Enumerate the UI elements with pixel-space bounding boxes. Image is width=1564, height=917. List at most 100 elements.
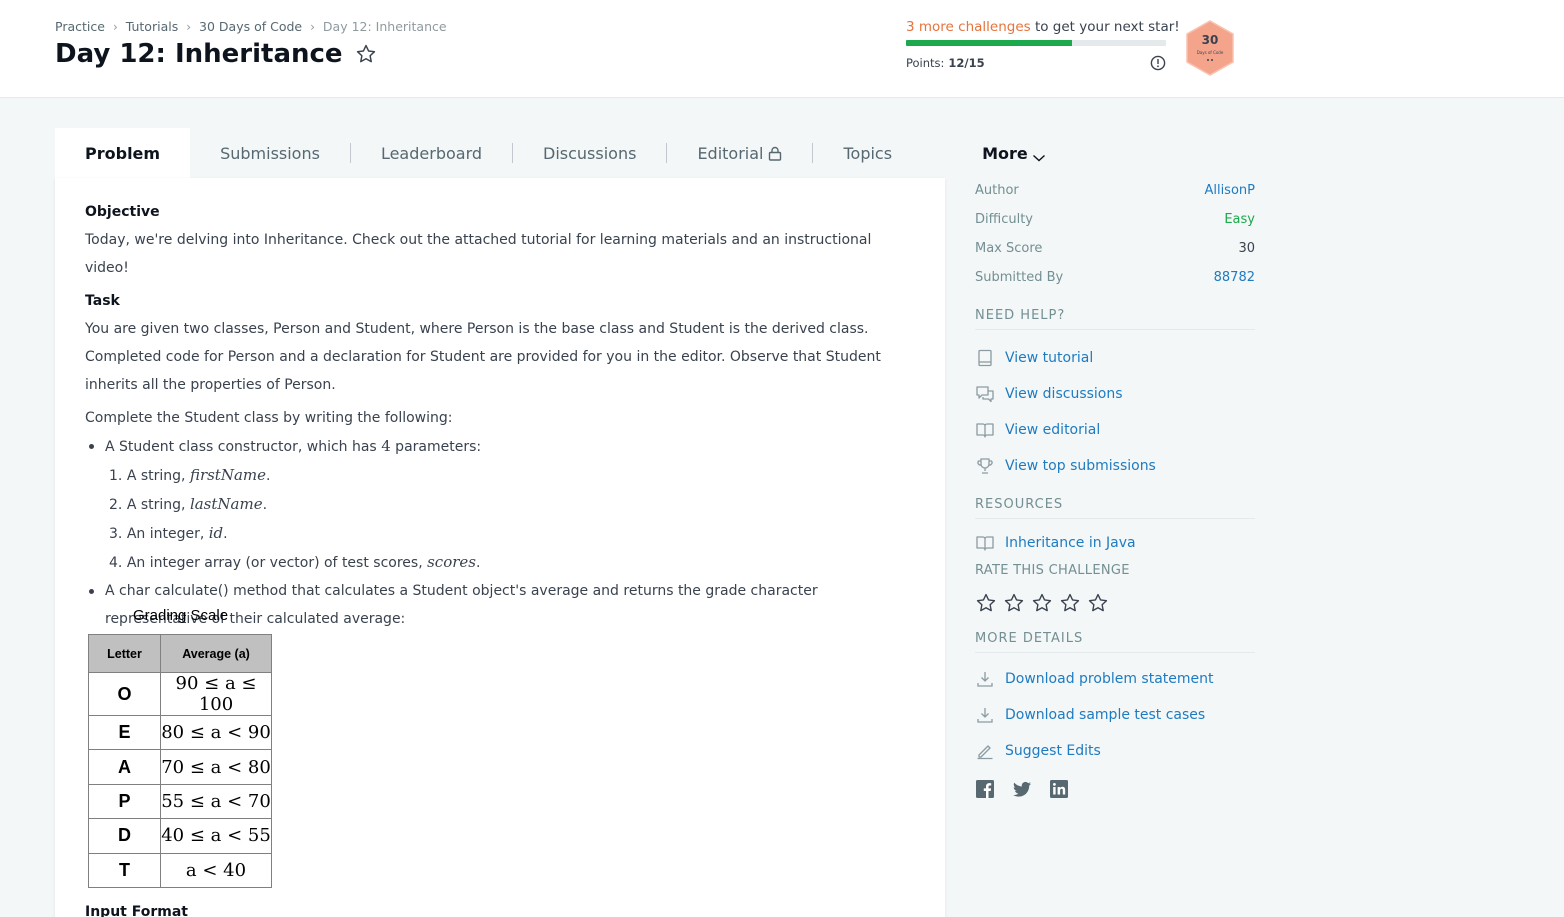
tab-editorial-label: Editorial (697, 143, 764, 163)
item-end: . (475, 555, 481, 571)
points-label: Points: (906, 56, 945, 70)
breadcrumb-practice[interactable]: Practice (55, 19, 105, 34)
max-score-value: 30 (1238, 241, 1255, 256)
grade-letter: E (88, 714, 161, 751)
suggest-edits-link[interactable]: Suggest Edits (975, 733, 1255, 769)
twitter-icon[interactable] (1012, 779, 1032, 799)
meta-key: Difficulty (975, 212, 1033, 227)
chevron-right-icon: › (112, 19, 118, 34)
problem-content: Objective Today, we're delving into Inhe… (85, 202, 915, 633)
list-item: 4. An integer array (or vector) of test … (109, 548, 915, 577)
submitted-by-link[interactable]: 88782 (1214, 270, 1255, 285)
open-book-icon (975, 533, 995, 553)
bookmark-star-icon[interactable] (355, 43, 377, 65)
chevron-down-icon (1032, 148, 1046, 162)
item-text: A string, (126, 497, 190, 513)
rating-star-icon[interactable] (1087, 592, 1109, 614)
author-link[interactable]: AllisonP (1204, 183, 1255, 198)
bullet1-text: A Student class constructor, which has (105, 439, 382, 455)
task-heading: Task (85, 293, 120, 309)
badge-subtitle: Days of Code (1197, 50, 1224, 55)
table-row: Ta < 40 (88, 852, 272, 888)
task-text: You are given two classes, Person and St… (85, 321, 881, 393)
link-label: Inheritance in Java (1005, 535, 1136, 551)
math-var: firstName (189, 466, 267, 484)
item-end: . (223, 526, 228, 542)
chevron-right-icon: › (186, 19, 192, 34)
meta-key: Max Score (975, 241, 1043, 256)
info-icon[interactable] (1150, 55, 1166, 71)
tab-discussions[interactable]: Discussions (513, 128, 666, 178)
rating-stars (975, 592, 1255, 614)
grading-scale-table: Letter Average (a) O 90 ≤ a ≤ 100 E 80 ≤ a… (88, 634, 272, 888)
page-header: Practice › Tutorials › 30 Days of Code ›… (0, 0, 1564, 98)
grade-letter: O (88, 672, 161, 716)
grade-letter: T (88, 852, 161, 888)
grade-letter: D (88, 818, 161, 854)
param-count: 4 (381, 437, 391, 455)
download-icon (975, 705, 995, 725)
meta-author: Author AllisonP (975, 176, 1255, 205)
rating-star-icon[interactable] (1031, 592, 1053, 614)
inheritance-in-java-link[interactable]: Inheritance in Java (975, 525, 1255, 561)
challenge-sidebar: Author AllisonP Difficulty Easy Max Scor… (975, 176, 1255, 799)
rating-star-icon[interactable] (1003, 592, 1025, 614)
chat-bubbles-icon (975, 384, 995, 404)
view-discussions-link[interactable]: View discussions (975, 376, 1255, 412)
tab-editorial[interactable]: Editorial (667, 128, 812, 178)
problem-statement-card: Objective Today, we're delving into Inhe… (55, 178, 945, 917)
page-title-row: Day 12: Inheritance (55, 39, 377, 69)
meta-difficulty: Difficulty Easy (975, 205, 1255, 234)
grade-range: 70 ≤ a < 80 (160, 749, 272, 785)
view-top-submissions-link[interactable]: View top submissions (975, 448, 1255, 484)
more-details-heading: MORE DETAILS (975, 631, 1255, 653)
rate-challenge-heading: RATE THIS CHALLENGE (975, 563, 1130, 578)
breadcrumb-tutorials[interactable]: Tutorials (126, 19, 178, 34)
grade-range: 55 ≤ a < 70 (160, 783, 272, 820)
view-editorial-link[interactable]: View editorial (975, 412, 1255, 448)
item-number: 2. (109, 497, 123, 513)
rating-star-icon[interactable] (975, 592, 997, 614)
link-label: Download sample test cases (1005, 707, 1206, 723)
link-label: Suggest Edits (1005, 743, 1101, 759)
tab-more[interactable]: More (922, 128, 1046, 178)
tab-problem[interactable]: Problem (55, 128, 191, 178)
parameters-list: 1. A string, firstName. 2. A string, las… (105, 461, 915, 577)
breadcrumb-30-days-of-code[interactable]: 30 Days of Code (199, 19, 302, 34)
item-number: 3. (109, 526, 123, 542)
tab-leaderboard[interactable]: Leaderboard (351, 128, 512, 178)
math-var: scores (427, 553, 476, 571)
item-text: An integer array (or vector) of test sco… (126, 555, 428, 571)
link-label: View editorial (1005, 422, 1101, 438)
grade-range: 40 ≤ a < 55 (160, 818, 272, 854)
linkedin-icon[interactable] (1049, 779, 1069, 799)
meta-max-score: Max Score 30 (975, 234, 1255, 263)
progress-bar (906, 40, 1166, 46)
list-item: 1. A string, firstName. (109, 461, 915, 490)
link-label: View top submissions (1005, 458, 1156, 474)
math-var: id (208, 524, 224, 542)
rating-star-icon[interactable] (1059, 592, 1081, 614)
list-item: 2. A string, lastName. (109, 490, 915, 519)
resources-heading: RESOURCES (975, 497, 1255, 519)
item-end: . (266, 468, 271, 484)
social-share (975, 779, 1255, 799)
tab-submissions[interactable]: Submissions (190, 128, 350, 178)
breadcrumb: Practice › Tutorials › 30 Days of Code ›… (55, 19, 447, 34)
item-text: An integer, (126, 526, 209, 542)
facebook-icon[interactable] (975, 779, 995, 799)
tab-topics[interactable]: Topics (813, 128, 922, 178)
list-item: A Student class constructor, which has 4… (85, 432, 915, 577)
trophy-icon (975, 456, 995, 476)
item-text: A string, (126, 468, 190, 484)
link-label: View tutorial (1005, 350, 1094, 366)
30-days-badge[interactable]: 30 Days of Code (1184, 20, 1236, 76)
download-sample-test-cases-link[interactable]: Download sample test cases (975, 697, 1255, 733)
table-header: Letter (88, 634, 161, 673)
difficulty-value: Easy (1224, 212, 1255, 227)
points-value: 12/15 (948, 56, 985, 70)
download-problem-statement-link[interactable]: Download problem statement (975, 661, 1255, 697)
progress-message-rest: to get your next star! (1030, 19, 1180, 35)
item-number: 1. (109, 468, 123, 484)
view-tutorial-link[interactable]: View tutorial (975, 340, 1255, 376)
